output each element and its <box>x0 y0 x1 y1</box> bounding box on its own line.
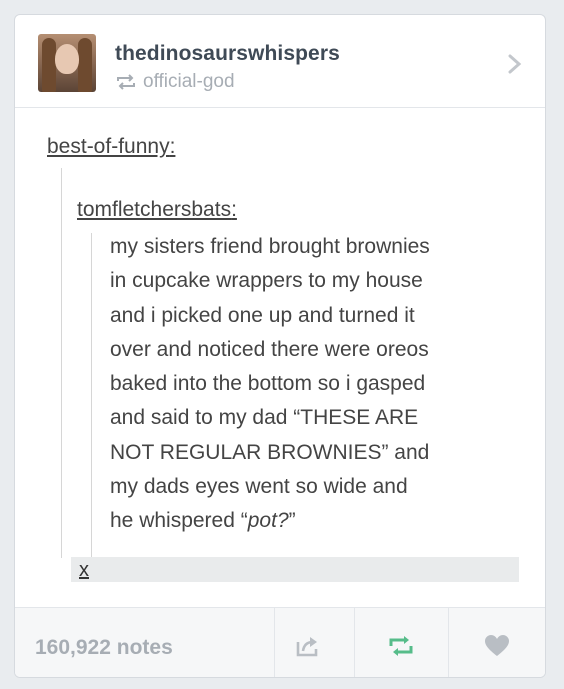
notes-count[interactable]: 160,922 notes <box>35 636 173 660</box>
quote-emphasis: pot? <box>247 509 289 533</box>
avatar[interactable] <box>38 34 96 92</box>
share-icon[interactable] <box>295 634 321 658</box>
quote-line: over and noticed there were oreos <box>110 337 429 361</box>
reblog-small-icon <box>117 74 135 90</box>
source-link-best-of-funny[interactable]: best-of-funny: <box>47 135 175 159</box>
x-link[interactable]: x <box>79 559 89 582</box>
blockquote-border-outer <box>61 168 62 558</box>
quote-text: my sisters friend brought brownies in cu… <box>110 230 530 539</box>
reblogged-from-label: official-god <box>143 71 235 92</box>
x-bar <box>71 557 519 582</box>
quote-line: baked into the bottom so i gasped <box>110 372 426 396</box>
heart-icon[interactable] <box>484 634 510 658</box>
post-card: thedinosaurswhispers official-god best-o… <box>14 14 546 678</box>
quote-line: and said to my dad “THESE ARE <box>110 406 419 430</box>
blockquote-border-inner <box>91 233 92 558</box>
reblog-icon[interactable] <box>388 634 414 658</box>
quote-line-last: he whispered “pot?” <box>110 509 296 533</box>
reblogged-from[interactable]: official-god <box>115 71 235 93</box>
quote-line: my dads eyes went so wide and <box>110 475 408 499</box>
post-footer: 160,922 notes <box>15 607 545 677</box>
footer-divider <box>274 608 275 677</box>
quote-line: and i picked one up and turned it <box>110 303 415 327</box>
source-link-tomfletchersbats[interactable]: tomfletchersbats: <box>77 198 237 222</box>
quote-line: NOT REGULAR BROWNIES” and <box>110 440 430 464</box>
quote-line: my sisters friend brought brownies <box>110 235 430 258</box>
footer-divider <box>354 608 355 677</box>
post-header: thedinosaurswhispers official-god <box>15 15 545 108</box>
username[interactable]: thedinosaurswhispers <box>115 42 340 66</box>
chevron-right-icon[interactable] <box>507 53 523 75</box>
quote-line: in cupcake wrappers to my house <box>110 269 423 293</box>
footer-divider <box>448 608 449 677</box>
